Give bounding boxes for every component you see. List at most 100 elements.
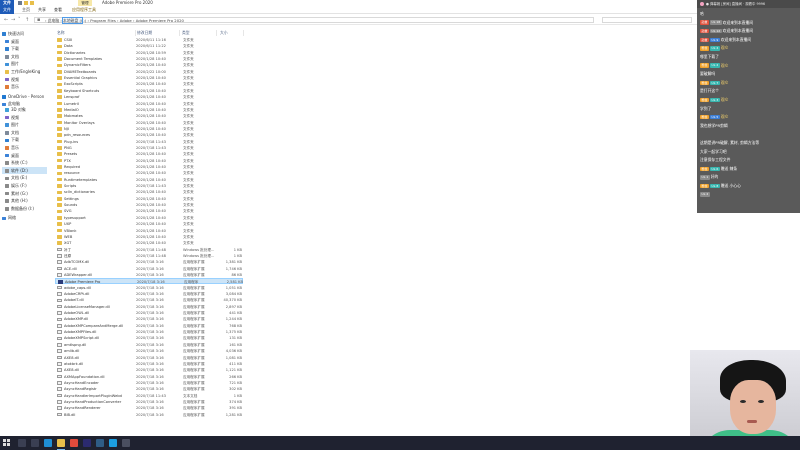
file-row[interactable]: AdobeXMPFiles.dll 2020/7/18 3:16 应用程序扩展 1,3… <box>55 329 243 335</box>
file-row[interactable]: sclln_dictionaries 2020/1/28 10:40 文件夹 <box>55 189 243 195</box>
file-row[interactable]: Lensprof 2020/1/28 10:40 文件夹 <box>55 94 243 100</box>
file-row[interactable]: Data 2020/6/11 11:22 文件夹 <box>55 43 243 49</box>
chrome-icon[interactable] <box>70 439 78 447</box>
file-row[interactable]: UXP 2020/1/28 10:40 文件夹 <box>55 221 243 227</box>
file-row[interactable]: CSXI 2020/6/11 11:16 文件夹 <box>55 37 243 43</box>
nav-item[interactable]: 工作/EngleKing <box>5 68 50 75</box>
search-icon[interactable] <box>18 439 26 447</box>
file-row[interactable]: Monitor Overlays 2020/1/28 10:40 文件夹 <box>55 120 243 126</box>
nav-item[interactable]: 音乐 <box>5 83 50 90</box>
column-header-name[interactable]: 名称 <box>57 30 65 36</box>
nav-item[interactable]: 数据备份 (I:) <box>5 205 50 212</box>
file-row[interactable]: AsyncHandRenderer 2020/7/18 3:16 应用程序扩展 391… <box>55 405 243 411</box>
file-row[interactable]: amlib.dll 2020/7/18 3:16 应用程序扩展 4,036 KB <box>55 348 243 354</box>
start-windows-icon[interactable] <box>3 439 10 446</box>
column-separator[interactable] <box>216 30 217 36</box>
nav-item[interactable]: 3D 对象 <box>5 106 50 113</box>
nav-item[interactable]: 视频 <box>5 114 50 121</box>
file-row[interactable]: AXE8.dll 2020/7/18 3:16 应用程序扩展 1,121 KB <box>55 367 243 373</box>
nav-item[interactable]: 其他 (H:) <box>5 197 50 204</box>
file-row[interactable]: 补丁 2020/7/18 11:48 Windows 批处理... 1 KB <box>55 247 243 253</box>
nav-item[interactable]: 下载 <box>5 136 50 143</box>
file-row[interactable]: AdobeOWL.dll 2020/7/18 3:16 应用程序扩展 441 KB <box>55 310 243 316</box>
file-row[interactable]: ACE.dll 2020/7/18 3:16 应用程序扩展 1,746 KB <box>55 266 243 272</box>
file-row[interactable]: Essential Graphics 2020/1/28 10:40 文件夹 <box>55 75 243 81</box>
nav-item[interactable]: 文档 <box>5 53 50 60</box>
back-arrow-icon[interactable]: ← <box>4 17 8 23</box>
file-row[interactable]: AdbTCOMX.dll 2020/7/18 3:16 应用程序扩展 1,381 KB <box>55 259 243 265</box>
file-row[interactable]: AdobeXMP.dll 2020/7/18 3:16 应用程序扩展 1,244 KB <box>55 316 243 322</box>
file-row[interactable]: AdobeXMPCompareAndMerge.dll 2020/7/18 3:1… <box>55 323 243 329</box>
nav-item[interactable]: 桌面 <box>5 152 50 159</box>
file-row[interactable]: AXMAppFoundation.dll 2020/7/18 3:16 应用程序扩展… <box>55 374 243 380</box>
file-row[interactable]: typesupport 2020/1/28 10:40 文件夹 <box>55 215 243 221</box>
column-separator[interactable] <box>179 30 180 36</box>
nav-item[interactable]: 视频 <box>5 76 50 83</box>
ribbon-tab-share[interactable]: 共享 <box>38 6 46 14</box>
nav-item[interactable]: 文档 (E:) <box>5 174 50 181</box>
nav-item[interactable]: 桌面 <box>5 38 50 45</box>
file-row[interactable]: AsyncHandlerImportPluginWebd 2020/7/18 11… <box>55 393 243 399</box>
file-row[interactable]: PNG 2020/7/18 11:43 文件夹 <box>55 145 243 151</box>
nav-item[interactable]: 图片 <box>5 121 50 128</box>
file-row[interactable]: AXE8.dll 2020/7/18 3:16 应用程序扩展 1,081 KB <box>55 355 243 361</box>
ribbon-tab-home[interactable]: 主页 <box>22 6 30 14</box>
qq-icon[interactable] <box>109 439 117 447</box>
file-row[interactable]: AsyncHandRegistr 2020/7/18 3:16 应用程序扩展 302 … <box>55 386 243 392</box>
file-row[interactable]: Required 2020/1/28 10:40 文件夹 <box>55 164 243 170</box>
edge-icon[interactable] <box>44 439 52 447</box>
file-row[interactable]: atokbrk.dll 2020/7/18 3:16 应用程序扩展 411 KB <box>55 361 243 367</box>
column-header-size[interactable]: 大小 <box>220 30 228 36</box>
file-row[interactable]: VBlank 2020/1/28 10:40 文件夹 <box>55 228 243 234</box>
file-row[interactable]: AsyncHandProductionConverter 2020/7/18 3:… <box>55 399 243 405</box>
file-row[interactable]: XGT 2020/1/28 10:40 文件夹 <box>55 240 243 246</box>
file-row[interactable]: Runtimetemplates 2020/1/28 10:40 文件夹 <box>55 177 243 183</box>
file-row[interactable]: DynamicFilters 2020/1/28 10:40 文件夹 <box>55 62 243 68</box>
forward-arrow-icon[interactable]: → <box>11 17 15 23</box>
nav-item[interactable]: OneDrive - Person <box>2 93 47 100</box>
obs-icon[interactable] <box>122 439 130 447</box>
file-row[interactable]: AdobeLicenseManager.dll 2020/7/18 3:16 应用程… <box>55 304 243 310</box>
new-folder-icon[interactable] <box>30 1 34 5</box>
file-row[interactable]: BIB.dll 2020/7/18 3:16 应用程序扩展 1,281 KB <box>55 412 243 418</box>
file-row[interactable]: 还原 2020/7/18 11:48 Windows 批处理... 1 KB <box>55 253 243 259</box>
column-header-type[interactable]: 类型 <box>182 30 190 36</box>
file-row[interactable]: WEB 2020/1/28 10:40 文件夹 <box>55 234 243 240</box>
file-row[interactable]: AdobeXMPScript.dll 2020/7/18 3:16 应用程序扩展 13… <box>55 335 243 341</box>
file-row[interactable]: AsyncHandEncoder 2020/7/18 3:16 应用程序扩展 721 … <box>55 380 243 386</box>
file-row[interactable]: Mobmates 2020/1/28 10:40 文件夹 <box>55 113 243 119</box>
file-row[interactable]: pdn_resources 2020/1/28 10:40 文件夹 <box>55 132 243 138</box>
ribbon-tab-app-tools[interactable]: 应用程序工具 <box>72 6 96 14</box>
file-row[interactable]: Adobe Premiere Pro 2020/7/18 3:16 应用程序 2,58… <box>55 278 243 285</box>
nav-item[interactable]: 娱乐 (F:) <box>5 182 50 189</box>
file-row[interactable]: AdobeCRPt.dll 2020/7/18 3:16 应用程序扩展 3,084 K… <box>55 291 243 297</box>
file-row[interactable]: amtlspng.dll 2020/7/18 3:16 应用程序扩展 161 KB <box>55 342 243 348</box>
file-row[interactable]: Settings 2020/1/28 10:40 文件夹 <box>55 196 243 202</box>
file-row[interactable]: Plug-ins 2020/7/18 11:43 文件夹 <box>55 139 243 145</box>
nav-item[interactable]: 文档 <box>5 129 50 136</box>
file-row[interactable]: AdobeIT.dll 2020/7/18 3:16 应用程序扩展 40,370 KB <box>55 297 243 303</box>
nav-item[interactable]: 软件 (D:) <box>2 166 47 174</box>
file-row[interactable]: SVG 2020/1/28 10:40 文件夹 <box>55 208 243 214</box>
nav-item[interactable]: 素材 (G:) <box>5 190 50 197</box>
file-row[interactable]: Dictionaries 2020/1/28 10:59 文件夹 <box>55 50 243 56</box>
file-row[interactable]: LumetriI 2020/1/28 10:40 文件夹 <box>55 101 243 107</box>
address-input[interactable]: ▪ › 此电脑 › 本地磁盘 (C:) › Program Files › Ad… <box>34 17 594 24</box>
save-icon[interactable] <box>18 1 22 5</box>
ribbon-tab-file[interactable]: 文件 <box>0 6 14 14</box>
recent-chevron-icon[interactable]: ˅ <box>18 17 21 23</box>
file-row[interactable]: ExoScripts 2020/1/28 10:40 文件夹 <box>55 81 243 87</box>
file-row[interactable]: adobe_caps.dll 2020/7/18 3:16 应用程序扩展 1,051 … <box>55 285 243 291</box>
nav-item[interactable]: 系统 (C:) <box>5 159 50 166</box>
task-view-icon[interactable] <box>31 439 39 447</box>
search-input[interactable] <box>602 17 692 23</box>
file-row[interactable]: Sounds 2020/1/28 10:40 文件夹 <box>55 202 243 208</box>
premiere-icon[interactable] <box>83 439 91 447</box>
column-separator[interactable] <box>135 30 136 36</box>
nav-item[interactable]: 网络 <box>2 214 47 221</box>
ribbon-tab-view[interactable]: 查看 <box>54 6 62 14</box>
file-row[interactable]: ADEWrapper.dll 2020/7/18 3:16 应用程序扩展 86 KB <box>55 272 243 278</box>
properties-icon[interactable] <box>24 1 28 5</box>
nav-item[interactable]: 音乐 <box>5 144 50 151</box>
nav-item[interactable]: 图片 <box>5 60 50 67</box>
